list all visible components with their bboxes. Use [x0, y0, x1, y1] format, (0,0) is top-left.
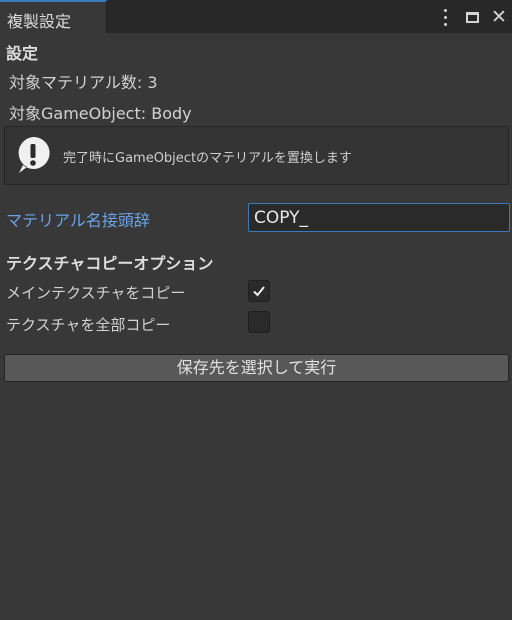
close-icon[interactable]: ✕ — [489, 6, 509, 28]
checkmark-icon — [253, 286, 265, 297]
execute-button-label: 保存先を選択して実行 — [176, 358, 337, 377]
prefix-input-value: COPY_ — [254, 208, 309, 228]
option-label-all-textures: テクスチャを全部コピー — [6, 316, 171, 334]
checkbox-all-textures[interactable] — [248, 311, 270, 333]
prefix-input[interactable]: COPY_ — [248, 203, 510, 232]
settings-header: 設定 — [6, 44, 39, 63]
window-titlebar: 複製設定 ✕ — [0, 0, 512, 33]
execute-button[interactable]: 保存先を選択して実行 — [4, 354, 509, 382]
tab-title: 複製設定 — [7, 12, 72, 31]
prefix-label: マテリアル名接頭辞 — [6, 211, 150, 230]
exclamation-icon — [18, 136, 50, 173]
material-count-text: 対象マテリアル数: 3 — [9, 73, 158, 92]
maximize-icon[interactable] — [462, 6, 482, 28]
tab-duplicate-settings[interactable]: 複製設定 — [0, 0, 107, 33]
checkbox-main-texture[interactable] — [248, 280, 270, 302]
target-object-text: 対象GameObject: Body — [9, 104, 192, 123]
help-message: 完了時にGameObjectのマテリアルを置換します — [63, 151, 352, 166]
help-box: 完了時にGameObjectのマテリアルを置換します — [4, 126, 509, 185]
texture-options-header: テクスチャコピーオプション — [6, 254, 214, 273]
kebab-menu-icon[interactable] — [436, 6, 454, 28]
option-label-main-texture: メインテクスチャをコピー — [6, 284, 186, 302]
